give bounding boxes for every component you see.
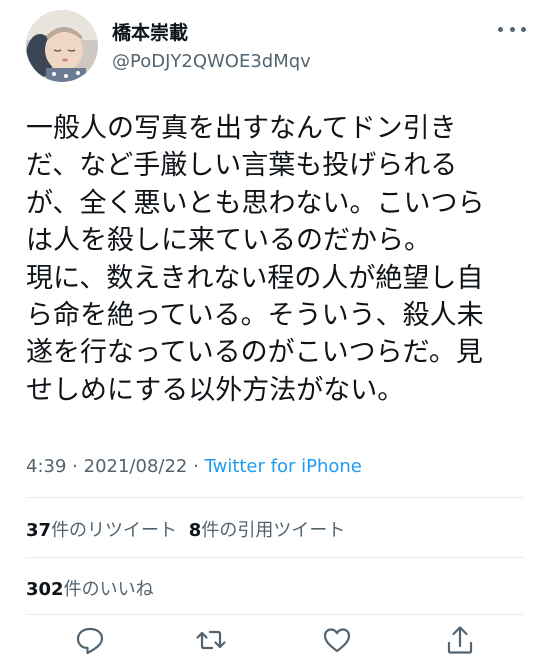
retweets-count: 37 (26, 520, 52, 541)
divider (26, 497, 524, 498)
tweet-text-line: せしめにする以外方法がない。 (26, 374, 405, 406)
display-name[interactable]: 橋本崇載 (112, 18, 188, 45)
tweet-header: 橋本崇載 @PoDJY2QWOE3dMqv (26, 10, 526, 82)
tweet-text-line: が、全く悪いとも思わない。こいつら (26, 187, 485, 219)
divider (26, 557, 524, 558)
reply-button[interactable] (70, 620, 110, 660)
quotes-count: 8 (188, 520, 202, 541)
more-dot (509, 26, 515, 32)
divider (26, 614, 524, 615)
tweet-text-line: 遂を行なっているのがこいつらだ。見 (26, 337, 483, 369)
retweets-stat[interactable]: 37件のリツイート (26, 520, 177, 541)
tweet-text-line: ら命を絶っている。そういう、殺人未 (26, 299, 484, 331)
likes-stat[interactable]: 302件のいいね (26, 579, 154, 600)
tweet-source-link[interactable]: Twitter for iPhone (205, 456, 362, 477)
action-bar (0, 620, 550, 660)
tweet-text-line: 現に、数えきれない程の人が絶望し自 (26, 262, 484, 294)
meta-separator: · (72, 456, 78, 477)
tweet-text: 一般人の写真を出すなんてドン引き だ、など手厳しい言葉も投げられる が、全く悪い… (26, 110, 534, 409)
tweet-text-line: は人を殺しに来ているのだから。 (26, 225, 431, 257)
retweets-label: 件のリツイート (51, 520, 178, 541)
meta-separator: · (193, 456, 199, 477)
user-handle[interactable]: @PoDJY2QWOE3dMqv (112, 51, 311, 72)
like-button[interactable] (317, 620, 357, 660)
likes-stats-row: 302件のいいね (26, 575, 154, 601)
retweet-stats-row: 37件のリツイート 8件の引用ツイート (26, 516, 345, 542)
more-options-icon[interactable] (498, 24, 526, 34)
reply-icon (76, 627, 104, 655)
tweet-text-line: だ、など手厳しい言葉も投げられる (26, 150, 458, 182)
share-icon (447, 626, 473, 654)
likes-label: 件のいいね (63, 579, 154, 600)
quotes-stat[interactable]: 8件の引用ツイート (189, 520, 346, 541)
more-dot (521, 26, 526, 32)
avatar[interactable] (26, 10, 98, 82)
baby-photo-avatar-icon (26, 10, 98, 82)
more-dot (498, 26, 503, 32)
retweet-button[interactable] (191, 620, 231, 660)
tweet-date[interactable]: 2021/08/22 (84, 456, 188, 477)
tweet-time[interactable]: 4:39 (26, 456, 66, 477)
likes-count: 302 (26, 579, 64, 600)
heart-icon (323, 628, 351, 653)
retweet-icon (196, 630, 226, 650)
tweet-text-line: 一般人の写真を出すなんてドン引き (26, 113, 457, 144)
tweet-meta: 4:39 · 2021/08/22 · Twitter for iPhone (26, 456, 362, 477)
share-button[interactable] (440, 620, 480, 660)
quotes-label: 件の引用ツイート (201, 520, 346, 541)
